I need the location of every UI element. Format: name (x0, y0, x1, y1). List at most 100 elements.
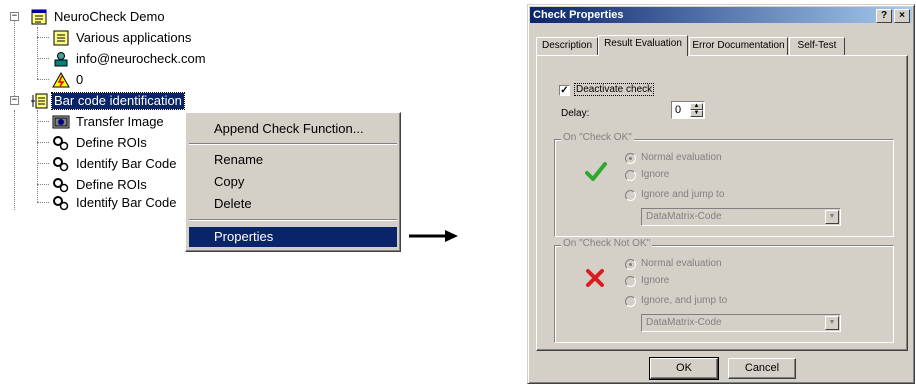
select-value: DataMatrix-Code (646, 211, 722, 222)
tree-line (37, 142, 49, 143)
tab-description[interactable]: Description (536, 37, 598, 55)
tree-node-label: Define ROIs (76, 135, 147, 150)
collapse-root-button[interactable]: − (10, 12, 19, 21)
button-label: Cancel (744, 362, 780, 374)
tree-node-function[interactable]: Identify Bar Code (52, 194, 178, 212)
tree-line (14, 110, 15, 210)
spin-down-icon[interactable]: ▼ (690, 110, 703, 117)
spin-up-icon[interactable]: ▲ (690, 103, 703, 110)
delay-label: Delay: (561, 108, 590, 119)
tree-node-label: Identify Bar Code (76, 156, 177, 171)
menu-separator (189, 143, 397, 145)
delay-spinner[interactable]: 0 ▲ ▼ (671, 101, 705, 119)
tree-node-function[interactable]: Define ROIs (52, 134, 149, 152)
tab-error-documentation[interactable]: Error Documentation (689, 37, 788, 55)
gear-icon (53, 136, 69, 151)
jump-target-select[interactable]: DataMatrix-Code ▼ (641, 314, 841, 332)
tree-node-label: Transfer Image (76, 114, 164, 129)
tree-line (37, 121, 49, 122)
option-label: Ignore (641, 275, 670, 286)
document-icon (31, 9, 47, 25)
tree-line (37, 110, 38, 202)
tree-node-function[interactable]: Transfer Image (52, 113, 166, 131)
menu-item-label: Append Check Function... (214, 121, 364, 136)
deactivate-label: Deactivate check (573, 83, 655, 96)
delay-value: 0 (675, 104, 682, 116)
red-cross-icon (586, 269, 604, 287)
camera-icon (52, 115, 70, 129)
collapse-check-button[interactable]: − (10, 96, 19, 105)
tree-line (37, 184, 49, 185)
option-label: Normal evaluation (641, 258, 722, 269)
tree-node-contact[interactable]: info@neurocheck.com (52, 50, 208, 68)
radio-ignore[interactable] (625, 170, 636, 181)
menu-properties[interactable]: Properties (189, 227, 397, 247)
menu-item-label: Properties (214, 229, 274, 244)
chevron-down-icon[interactable]: ▼ (825, 316, 839, 330)
dialog-titlebar: Check Properties ? × (530, 7, 912, 23)
tree-line (37, 37, 49, 38)
button-label: OK (676, 362, 692, 374)
tree-node-label: Identify Bar Code (76, 195, 177, 210)
tab-label: Self-Test (797, 40, 837, 51)
tree-line (37, 79, 49, 80)
radio-ignore-and-jump[interactable] (625, 296, 636, 307)
gear-icon (53, 196, 69, 211)
menu-copy[interactable]: Copy (189, 172, 397, 192)
tree-node-root[interactable]: NeuroCheck Demo (30, 8, 167, 26)
menu-rename[interactable]: Rename (189, 150, 397, 170)
cancel-button[interactable]: Cancel (728, 358, 796, 379)
close-button[interactable]: × (894, 9, 910, 23)
radio-normal-evaluation[interactable] (625, 153, 636, 164)
tree-node-label: Various applications (76, 30, 192, 45)
result-evaluation-panel: ✓ Deactivate check Delay: 0 ▲ ▼ On "Chec… (536, 55, 908, 351)
gear-icon (53, 157, 69, 172)
option-label: Ignore and jump to (641, 189, 725, 200)
option-label: Ignore (641, 169, 670, 180)
radio-normal-evaluation[interactable] (625, 259, 636, 270)
check-properties-dialog: Check Properties ? × Description Result … (527, 4, 915, 384)
select-value: DataMatrix-Code (646, 317, 722, 328)
tree-line (37, 202, 49, 203)
menu-separator (189, 219, 397, 221)
tree-node-function[interactable]: Identify Bar Code (52, 155, 178, 173)
dialog-title: Check Properties (533, 9, 624, 21)
chevron-down-icon[interactable]: ▼ (825, 210, 839, 224)
jump-target-select[interactable]: DataMatrix-Code ▼ (641, 208, 841, 226)
on-check-ok-group: On "Check OK" Normal evaluation Ignore I… (554, 132, 894, 237)
help-button[interactable]: ? (876, 9, 892, 23)
menu-append-check-function[interactable]: Append Check Function... (189, 119, 397, 139)
tree-node-label: NeuroCheck Demo (54, 9, 165, 24)
tree-line (37, 163, 49, 164)
group-title: On "Check Not OK" (561, 238, 653, 249)
tree-node-label: Define ROIs (76, 177, 147, 192)
note-icon (53, 30, 69, 46)
tab-result-evaluation[interactable]: Result Evaluation (598, 35, 688, 56)
option-label: Normal evaluation (641, 152, 722, 163)
person-icon (54, 52, 68, 67)
tree-node-label: info@neurocheck.com (76, 51, 206, 66)
tree-node-function[interactable]: Define ROIs (52, 176, 149, 194)
tree-node-warnings[interactable]: 0 (52, 71, 85, 89)
tree-node-check[interactable]: Bar code identification (30, 92, 185, 110)
tree-line (37, 58, 49, 59)
tree-line (37, 27, 38, 79)
ok-button[interactable]: OK (649, 357, 719, 380)
radio-ignore[interactable] (625, 276, 636, 287)
warning-icon (52, 72, 70, 88)
tree-line (14, 20, 15, 100)
tree-node-applications[interactable]: Various applications (52, 29, 193, 47)
menu-item-label: Copy (214, 174, 245, 189)
context-menu: Append Check Function... Rename Copy Del… (185, 112, 401, 252)
tree-node-label: 0 (76, 72, 84, 87)
group-title: On "Check OK" (561, 132, 634, 143)
radio-ignore-and-jump[interactable] (625, 190, 636, 201)
menu-delete[interactable]: Delete (189, 194, 397, 214)
deactivate-checkbox[interactable]: ✓ (559, 85, 570, 96)
barcode-check-icon (31, 93, 48, 109)
tab-self-test[interactable]: Self-Test (789, 37, 845, 55)
tree-node-label: Bar code identification (51, 92, 185, 110)
tab-label: Result Evaluation (604, 38, 682, 49)
green-check-icon (585, 162, 607, 181)
arrow-right-icon (409, 230, 458, 242)
